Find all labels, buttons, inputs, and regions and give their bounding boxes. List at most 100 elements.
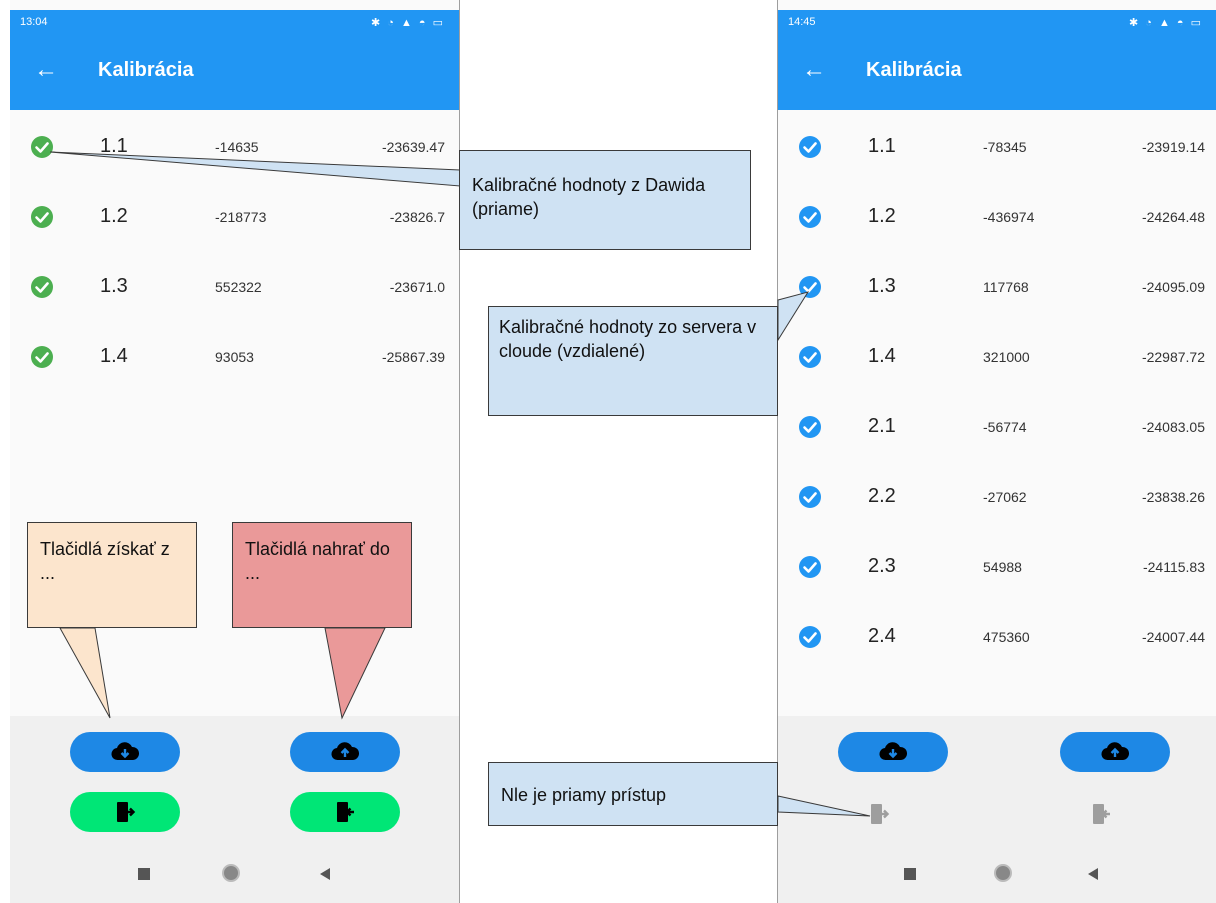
status-icons: ✱ ◔ ▲ ◓ ▭ [370,17,445,29]
nav-recent-button[interactable] [138,868,150,880]
back-arrow-icon[interactable]: ← [34,58,58,82]
list-item[interactable]: 2.2 -27062 -23838.26 [778,462,1216,532]
page-title: Kalibrácia [866,59,962,81]
list-item[interactable]: 1.3 552322 -23671.0 [10,252,459,322]
list-item[interactable]: 1.4 321000 -22987.72 [778,322,1216,392]
row-value-2: -24095.09 [1141,279,1205,295]
nav-home-button[interactable] [222,864,240,882]
row-value-1: -56774 [983,419,1027,435]
check-circle-icon [798,485,822,509]
status-time: 14:45 [788,16,816,28]
row-index: 1.3 [100,275,128,297]
list-item[interactable]: 1.1 -14635 -23639.47 [10,112,459,182]
check-circle-icon [798,415,822,439]
check-circle-icon [798,205,822,229]
list-item[interactable]: 1.4 93053 -25867.39 [10,322,459,392]
check-circle-icon [30,275,54,299]
app-bar: ← Kalibrácia [778,34,1216,110]
status-bar: 13:04 ✱ ◔ ▲ ◓ ▭ [10,10,459,34]
calibration-list: 1.1 -14635 -23639.47 1.2 -218773 -23826.7 1.3 5… [10,112,459,392]
nav-recent-button[interactable] [904,868,916,880]
list-item[interactable]: 1.2 -218773 -23826.7 [10,182,459,252]
callout-direct-values: Kalibračné hodnoty z Dawida (priame) [459,150,751,250]
list-item[interactable]: 2.3 54988 -24115.83 [778,532,1216,602]
row-value-1: -27062 [983,489,1027,505]
row-value-1: -14635 [215,139,259,155]
nav-back-button[interactable] [320,868,330,880]
right-phone-screen: 14:45 ✱ ◔ ▲ ◓ ▭ ← Kalibrácia 1.1 -78345 -2… [777,0,1216,903]
row-value-1: 54988 [983,559,1022,575]
row-index: 1.4 [100,345,128,367]
left-phone-screen: 13:04 ✱ ◔ ▲ ◓ ▭ ← Kalibrácia 1.1 -14635 -2… [10,0,460,903]
row-value-2: -24264.48 [1141,209,1205,225]
list-item[interactable]: 1.2 -436974 -24264.48 [778,182,1216,252]
cloud-upload-button[interactable] [290,732,400,772]
check-circle-icon [30,345,54,369]
nav-home-button[interactable] [994,864,1012,882]
nav-back-button[interactable] [1088,868,1098,880]
row-value-1: 117768 [983,279,1029,295]
status-bar: 14:45 ✱ ◔ ▲ ◓ ▭ [778,10,1216,34]
status-icons: ✱ ◔ ▲ ◓ ▭ [1128,17,1203,29]
device-import-icon [1093,804,1110,824]
row-value-2: -24083.05 [1141,419,1205,435]
row-value-2: -23639.47 [381,139,445,155]
cloud-download-button[interactable] [70,732,180,772]
check-circle-icon [798,345,822,369]
device-get-button-disabled[interactable] [865,802,893,831]
row-value-2: -23826.7 [389,209,445,225]
row-index: 1.1 [100,135,128,157]
device-get-button[interactable] [70,792,180,832]
check-circle-icon [30,205,54,229]
row-value-2: -22987.72 [1141,349,1205,365]
cloud-upload-icon [331,742,359,761]
row-index: 1.4 [868,345,896,367]
device-import-icon [337,802,354,822]
device-upload-button-disabled[interactable] [1087,802,1115,831]
device-export-icon [117,802,136,822]
device-upload-button[interactable] [290,792,400,832]
check-circle-icon [798,275,822,299]
row-index: 2.3 [868,555,896,577]
cloud-download-icon [111,742,139,761]
row-value-2: -24007.44 [1141,629,1205,645]
row-value-2: -23838.26 [1141,489,1205,505]
row-index: 2.4 [868,625,896,647]
row-index: 1.1 [868,135,896,157]
callout-get-buttons: Tlačidlá získať z ... [27,522,197,628]
list-item[interactable]: 1.1 -78345 -23919.14 [778,112,1216,182]
callout-no-direct-access: Nle je priamy prístup [488,762,778,826]
row-value-1: -78345 [983,139,1027,155]
row-index: 1.2 [100,205,128,227]
row-value-1: 552322 [215,279,262,295]
row-index: 1.2 [868,205,896,227]
cloud-upload-icon [1101,742,1129,761]
list-item[interactable]: 2.4 475360 -24007.44 [778,602,1216,672]
check-circle-icon [30,135,54,159]
device-export-icon [871,804,890,824]
row-value-1: 93053 [215,349,254,365]
row-value-1: -218773 [215,209,267,225]
row-value-2: -23671.0 [389,279,445,295]
row-value-2: -23919.14 [1141,139,1205,155]
app-bar: ← Kalibrácia [10,34,459,110]
back-arrow-icon[interactable]: ← [802,58,826,82]
cloud-upload-button[interactable] [1060,732,1170,772]
calibration-list: 1.1 -78345 -23919.14 1.2 -436974 -24264.48 1.3… [778,112,1216,672]
row-index: 2.1 [868,415,896,437]
cloud-download-icon [879,742,907,761]
cloud-download-button[interactable] [838,732,948,772]
row-value-2: -24115.83 [1142,559,1205,575]
row-value-1: 475360 [983,629,1030,645]
callout-upload-buttons: Tlačidlá nahrať do ... [232,522,412,628]
row-index: 1.3 [868,275,896,297]
list-item[interactable]: 1.3 117768 -24095.09 [778,252,1216,322]
status-time: 13:04 [20,16,48,28]
row-value-1: 321000 [983,349,1030,365]
page-title: Kalibrácia [98,59,194,81]
check-circle-icon [798,555,822,579]
row-value-2: -25867.39 [381,349,445,365]
check-circle-icon [798,135,822,159]
row-index: 2.2 [868,485,896,507]
list-item[interactable]: 2.1 -56774 -24083.05 [778,392,1216,462]
